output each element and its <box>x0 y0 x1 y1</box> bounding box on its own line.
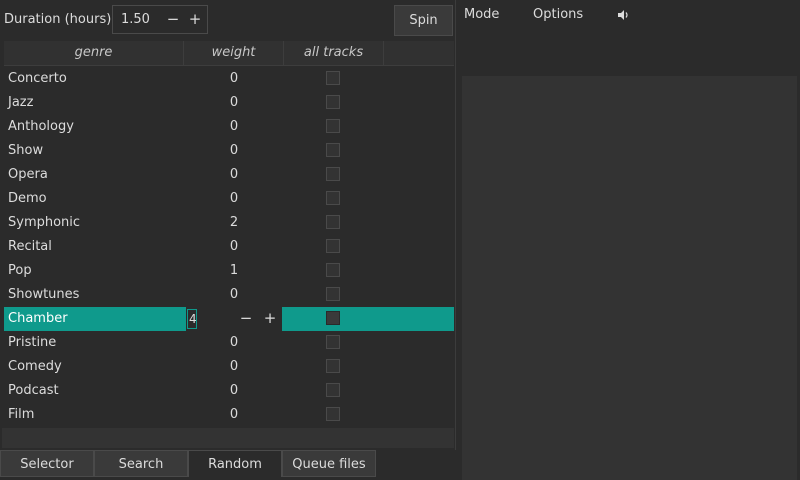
menu-bar: Mode Options <box>460 0 800 30</box>
genre-cell: Chamber <box>8 311 68 326</box>
column-header-all-tracks[interactable]: all tracks <box>284 41 384 66</box>
duration-value[interactable]: 1.50 <box>121 12 150 27</box>
genre-cell: Jazz <box>8 95 34 110</box>
duration-increment-button[interactable]: + <box>187 10 203 30</box>
weight-cell[interactable]: 0 <box>184 191 284 206</box>
genre-cell: Film <box>8 407 35 422</box>
weight-cell[interactable]: 0 <box>184 143 284 158</box>
all-tracks-checkbox[interactable] <box>326 239 340 253</box>
table-row[interactable]: Demo 0 <box>4 187 454 211</box>
weight-cell[interactable]: 0 <box>184 95 284 110</box>
all-tracks-checkbox[interactable] <box>326 215 340 229</box>
table-row[interactable]: Jazz 0 <box>4 91 454 115</box>
weight-cell[interactable]: 0 <box>184 335 284 350</box>
genre-cell: Comedy <box>8 359 62 374</box>
table-row[interactable]: Opera 0 <box>4 163 454 187</box>
weight-cell[interactable]: 0 <box>184 383 284 398</box>
all-tracks-checkbox[interactable] <box>326 95 340 109</box>
all-tracks-checkbox[interactable] <box>326 335 340 349</box>
weight-cell[interactable]: 0 <box>184 71 284 86</box>
genre-cell: Pop <box>8 263 32 278</box>
table-row[interactable]: Podcast 0 <box>4 379 454 403</box>
weight-cell[interactable]: 0 <box>184 167 284 182</box>
table-scroll-area <box>2 428 454 448</box>
random-panel: Duration (hours): 1.50 − + Spin genre we… <box>0 0 456 450</box>
selection-highlight <box>282 307 454 331</box>
all-tracks-checkbox[interactable] <box>326 407 340 421</box>
table-row[interactable]: Anthology 0 <box>4 115 454 139</box>
duration-decrement-button[interactable]: − <box>165 10 181 30</box>
table-row[interactable]: Show 0 <box>4 139 454 163</box>
all-tracks-checkbox[interactable] <box>326 191 340 205</box>
genre-cell: Symphonic <box>8 215 81 230</box>
weight-increment-button[interactable]: + <box>262 309 278 327</box>
duration-label: Duration (hours): <box>4 12 116 27</box>
genre-cell: Concerto <box>8 71 67 86</box>
all-tracks-checkbox[interactable] <box>326 167 340 181</box>
menu-options[interactable]: Options <box>533 7 583 22</box>
genre-cell: Show <box>8 143 44 158</box>
genre-table: genre weight all tracks Concerto 0 Jazz 0 An… <box>4 41 454 427</box>
table-row[interactable]: Chamber 4 − + <box>4 307 454 331</box>
bottom-tabs: Selector Search Random Queue files <box>0 450 460 480</box>
menu-mode[interactable]: Mode <box>464 7 499 22</box>
all-tracks-checkbox[interactable] <box>326 143 340 157</box>
table-row[interactable]: Film 0 <box>4 403 454 427</box>
weight-decrement-button[interactable]: − <box>238 309 254 327</box>
tab-selector[interactable]: Selector <box>0 450 94 477</box>
genre-cell: Anthology <box>8 119 74 134</box>
weight-cell[interactable]: 0 <box>184 287 284 302</box>
genre-cell: Opera <box>8 167 48 182</box>
duration-spinbox[interactable]: 1.50 − + <box>112 5 208 34</box>
table-row[interactable]: Symphonic 2 <box>4 211 454 235</box>
column-header-weight[interactable]: weight <box>184 41 284 66</box>
genre-cell: Recital <box>8 239 52 254</box>
all-tracks-checkbox[interactable] <box>326 383 340 397</box>
genre-cell: Showtunes <box>8 287 80 302</box>
weight-cell[interactable]: 1 <box>184 263 284 278</box>
weight-cell[interactable]: 0 <box>184 359 284 374</box>
weight-cell[interactable]: 2 <box>184 215 284 230</box>
table-header: genre weight all tracks <box>4 41 454 66</box>
genre-cell: Podcast <box>8 383 59 398</box>
spin-button[interactable]: Spin <box>394 5 453 36</box>
weight-cell[interactable]: 0 <box>184 407 284 422</box>
weight-cell[interactable]: 0 <box>184 119 284 134</box>
all-tracks-checkbox[interactable] <box>326 263 340 277</box>
table-body: Concerto 0 Jazz 0 Anthology 0 Show 0 Opera 0 Demo 0… <box>4 67 454 427</box>
all-tracks-checkbox[interactable] <box>326 119 340 133</box>
genre-cell: Demo <box>8 191 47 206</box>
side-panel <box>462 76 797 480</box>
table-row[interactable]: Recital 0 <box>4 235 454 259</box>
table-row[interactable]: Concerto 0 <box>4 67 454 91</box>
tab-search[interactable]: Search <box>94 450 188 477</box>
all-tracks-checkbox[interactable] <box>326 359 340 373</box>
table-row[interactable]: Comedy 0 <box>4 355 454 379</box>
speaker-icon[interactable] <box>616 8 630 22</box>
all-tracks-checkbox[interactable] <box>326 311 340 325</box>
table-row[interactable]: Pop 1 <box>4 259 454 283</box>
weight-cell[interactable]: 0 <box>184 239 284 254</box>
all-tracks-checkbox[interactable] <box>326 287 340 301</box>
duration-row: Duration (hours): 1.50 − + Spin <box>0 0 456 40</box>
weight-input[interactable]: 4 <box>187 309 197 329</box>
table-row[interactable]: Pristine 0 <box>4 331 454 355</box>
tab-random[interactable]: Random <box>188 450 282 477</box>
genre-cell: Pristine <box>8 335 57 350</box>
table-row[interactable]: Showtunes 0 <box>4 283 454 307</box>
tab-queue-files[interactable]: Queue files <box>282 450 376 477</box>
column-header-genre[interactable]: genre <box>4 41 184 66</box>
all-tracks-checkbox[interactable] <box>326 71 340 85</box>
